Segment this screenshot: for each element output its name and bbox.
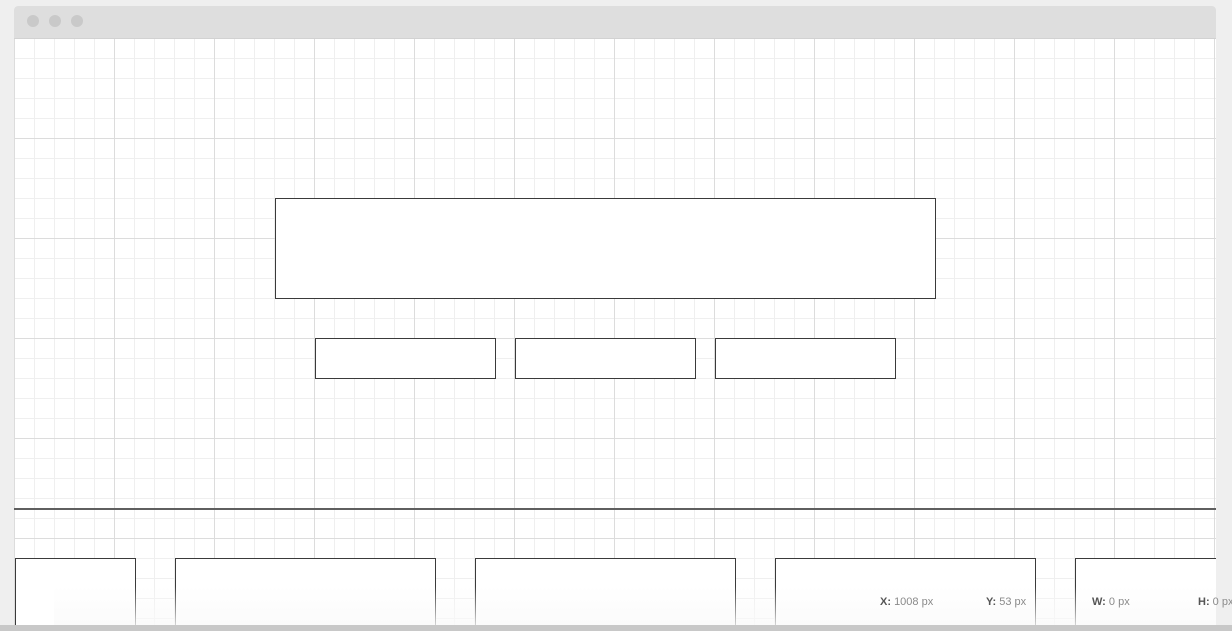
maximize-button[interactable]	[71, 15, 83, 27]
w-label: W:	[1092, 596, 1106, 608]
grid-canvas[interactable]	[14, 39, 1216, 631]
y-value: 53 px	[999, 596, 1027, 608]
header-placeholder-box[interactable]	[275, 198, 936, 299]
app-window	[14, 6, 1216, 631]
minimize-button[interactable]	[49, 15, 61, 27]
button-placeholder-1[interactable]	[315, 338, 496, 379]
title-bar	[14, 6, 1216, 39]
button-placeholder-3[interactable]	[715, 338, 896, 379]
w-value: 0 px	[1108, 596, 1130, 608]
horizontal-divider[interactable]	[14, 508, 1216, 510]
x-label: X:	[880, 596, 891, 608]
close-button[interactable]	[27, 15, 39, 27]
w-readout: W: 0 px	[1092, 596, 1130, 608]
horizontal-scrollbar[interactable]	[0, 625, 1232, 631]
h-value: 0 px	[1212, 596, 1232, 608]
x-value: 1008 px	[894, 596, 934, 608]
y-label: Y:	[986, 596, 997, 608]
y-readout: Y: 53 px	[986, 596, 1026, 608]
h-readout: H: 0 px	[1198, 596, 1232, 608]
x-readout: X: 1008 px	[880, 596, 933, 608]
h-label: H:	[1198, 596, 1210, 608]
button-placeholder-2[interactable]	[515, 338, 696, 379]
